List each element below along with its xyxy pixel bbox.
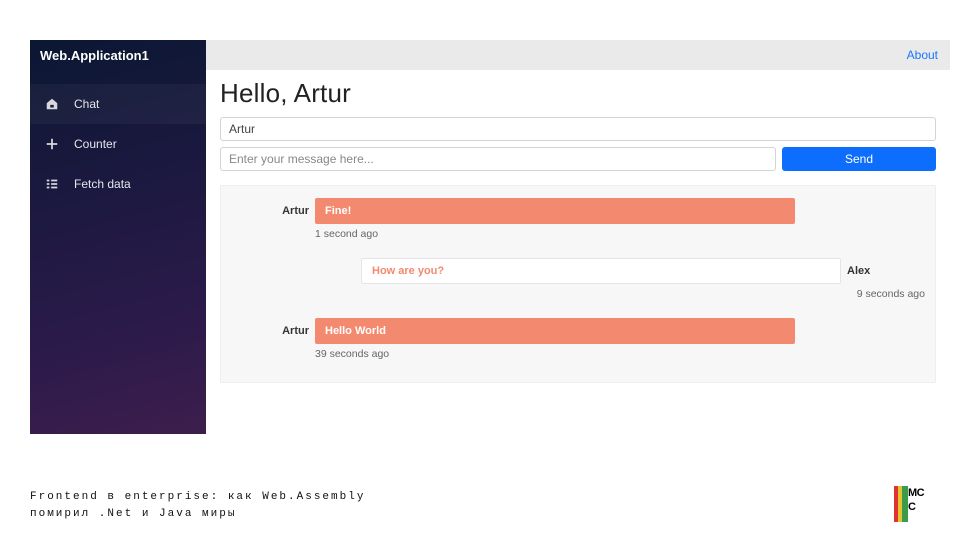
footer-line: помирил .Net и Java миры bbox=[30, 506, 365, 523]
chat-message: How are you? Alex 9 seconds ago bbox=[231, 258, 925, 308]
sidebar-item-fetchdata[interactable]: Fetch data bbox=[30, 164, 206, 204]
topbar: About bbox=[206, 40, 950, 70]
name-input[interactable] bbox=[220, 117, 936, 141]
sidebar-item-chat[interactable]: Chat bbox=[30, 84, 206, 124]
app-brand: Web.Application1 bbox=[30, 42, 159, 69]
list-icon bbox=[44, 176, 60, 192]
chat-message: Artur Fine! 1 second ago bbox=[231, 198, 925, 248]
send-button[interactable]: Send bbox=[782, 147, 936, 171]
chat-message: Artur Hello World 39 seconds ago bbox=[231, 318, 925, 368]
sidebar: Web.Application1 Chat Counter bbox=[30, 40, 206, 434]
message-bubble: Hello World bbox=[315, 318, 795, 344]
sidebar-item-label: Chat bbox=[74, 97, 99, 111]
message-bubble: Fine! bbox=[315, 198, 795, 224]
message-bubble: How are you? bbox=[361, 258, 841, 284]
message-timestamp: 9 seconds ago bbox=[231, 288, 925, 300]
content-area: About Hello, Artur Send Artur Fine! bbox=[206, 40, 950, 434]
page-title: Hello, Artur bbox=[220, 78, 936, 109]
message-author: Artur bbox=[231, 325, 315, 337]
footer-line: Frontend в enterprise: как Web.Assembly bbox=[30, 489, 365, 506]
home-icon bbox=[44, 96, 60, 112]
sidebar-item-label: Fetch data bbox=[74, 177, 131, 191]
slide-footer: Frontend в enterprise: как Web.Assembly … bbox=[30, 489, 365, 522]
mcc-logo-icon: MC C bbox=[894, 486, 930, 522]
message-author: Alex bbox=[841, 265, 925, 277]
app-window: Web.Application1 Chat Counter bbox=[30, 40, 950, 434]
message-timestamp: 39 seconds ago bbox=[231, 348, 925, 360]
sidebar-item-counter[interactable]: Counter bbox=[30, 124, 206, 164]
plus-icon bbox=[44, 136, 60, 152]
sidebar-item-label: Counter bbox=[74, 137, 117, 151]
message-input[interactable] bbox=[220, 147, 776, 171]
chat-panel: Artur Fine! 1 second ago How are you? Al… bbox=[220, 185, 936, 383]
about-link[interactable]: About bbox=[907, 48, 938, 62]
message-author: Artur bbox=[231, 205, 315, 217]
message-timestamp: 1 second ago bbox=[231, 228, 925, 240]
